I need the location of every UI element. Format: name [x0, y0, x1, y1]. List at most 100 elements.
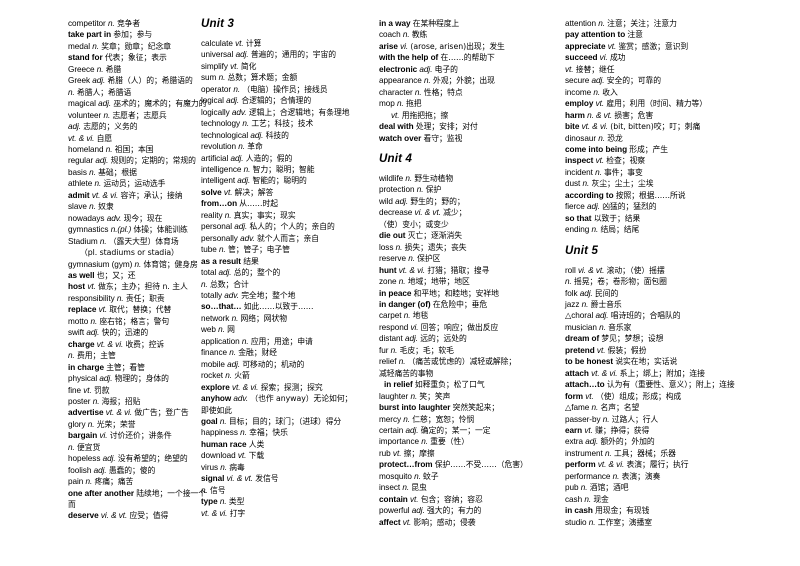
vocabulary-entry: responsibility n. 责任；职责 [68, 293, 195, 304]
entry-gloss: 希腊人；希腊语 [76, 87, 132, 97]
entry-headword: basis [68, 167, 87, 177]
entry-gloss: 从……时起 [239, 199, 279, 209]
entry-headword: poster [68, 396, 91, 406]
entry-headword: pain [68, 477, 84, 487]
entry-headword: watch over [379, 133, 422, 143]
entry-headword: wild [379, 196, 393, 206]
entry-list-3b: wildlife n. 野生动植物 protection n. 保护 wild ad… [379, 173, 560, 528]
entry-gloss: 包含；容纳；容忍 [420, 494, 483, 504]
entry-gloss: 安全的；可靠的 [606, 76, 661, 86]
vocabulary-entry: explore vt. & vi. 探索；探测；探究 [201, 382, 375, 393]
vocabulary-entry: jazz n. 爵士音乐 [565, 299, 750, 310]
entry-part-of-speech: n. [402, 483, 410, 493]
entry-part-of-speech: n. [89, 167, 96, 177]
vocabulary-entry: contain vt. 包含；容纳；容忍 [379, 494, 560, 505]
entry-gloss: 主管；看管 [106, 362, 145, 372]
entry-part-of-speech: adj. [234, 222, 248, 232]
entry-gloss: 希腊（人）的；希腊语的 [107, 76, 193, 86]
entry-headword: pay attention to [565, 30, 626, 40]
entry-gloss: 远的；远处的 [420, 334, 467, 344]
entry-headword: signal [201, 474, 225, 484]
entry-part-of-speech: n. [602, 414, 610, 424]
entry-headword: web [201, 325, 216, 335]
entry-gloss: 电子的 [434, 64, 458, 74]
entry-headword: decrease [379, 208, 413, 218]
entry-part-of-speech: n. [240, 428, 247, 438]
entry-gloss: 罚款 [93, 385, 110, 395]
vocabulary-entry: universal adj. 普遍的；通用的；宇宙的 [201, 49, 375, 60]
entry-gloss: 合逻辑的；合情理的 [241, 96, 312, 106]
entry-gloss: 注意 [627, 30, 643, 40]
entry-headword: take part in [68, 30, 112, 40]
entry-headword: replace [68, 305, 97, 315]
vocabulary-entry: poster n. 海报；招贴 [68, 396, 195, 407]
entry-headword: rub [379, 448, 391, 458]
entry-part-of-speech: adj. [99, 374, 113, 384]
vocabulary-entry: operator n. （电脑）操作员；接线员 [201, 84, 375, 95]
vocabulary-entry: in danger (of) 在危险中；垂危 [379, 299, 560, 310]
vocabulary-entry: hopeless adj. 没有希望的；绝望的 [68, 453, 195, 464]
entry-headword: charge [68, 339, 95, 349]
entry-gloss: 总数；算术题；金额 [227, 73, 298, 83]
vocabulary-entry: die out 灭亡；逐渐消失 [379, 230, 560, 241]
entry-headword: tube [201, 245, 217, 255]
entry-part-of-speech: n. [90, 316, 98, 326]
vocabulary-entry: employ vt. 雇用；利用（时间、精力等） [565, 98, 750, 109]
entry-part-of-speech: vt. [391, 110, 400, 120]
entry-part-of-speech: n. [241, 336, 249, 346]
entry-part-of-speech: n. [68, 87, 75, 97]
entry-headword: passer-by [565, 414, 601, 424]
entry-gloss: 革命 [247, 142, 263, 152]
entry-gloss: 目标；目的；球门；（进球）得分 [228, 416, 342, 426]
entry-part-of-speech: vt. [83, 385, 92, 395]
entry-part-of-speech: adv. [106, 213, 122, 223]
entry-headword: in cash [565, 506, 593, 516]
entry-gloss: 逻辑上；合逻辑地；有条理地 [248, 107, 350, 117]
entry-gloss: 结局；结尾 [600, 225, 640, 235]
entry-list-3a: in a way 在某种程度上 coach n. 教练 arise vi. (aro… [379, 18, 560, 144]
vocabulary-entry: nowadays adv. 现今；现在 [68, 213, 195, 224]
entry-headword: protection [379, 185, 415, 195]
entry-part-of-speech: n. [588, 517, 596, 527]
vocabulary-entry: competitor n. 竞争者 [68, 18, 195, 29]
vocabulary-entry: application n. 应用；用途；申请 [201, 336, 375, 347]
entry-headword: in danger (of) [379, 299, 431, 309]
entry-headword: to be honest [565, 357, 614, 367]
vocabulary-entry: perform vt. & vi. 表演；履行；执行 [565, 459, 750, 470]
vocabulary-entry: total adj. 总的；整个的 [201, 267, 375, 278]
vocabulary-entry: hunt vt. & vi. 打猎；猎取；搜寻 [379, 265, 560, 276]
vocabulary-entry: relief n. （痛苦或忧虑的）减轻或解除； [379, 356, 560, 367]
entry-headword: gymnastics [68, 225, 109, 235]
entry-gloss: 系上；绑上；附加；连接 [619, 368, 705, 378]
entry-part-of-speech: n. [395, 242, 403, 252]
vocabulary-entry: distant adj. 远的；远处的 [379, 333, 560, 344]
entry-gloss: 基础；根据 [98, 167, 137, 177]
vocabulary-entry: vt. 用拖把拖；擦 [379, 110, 560, 121]
entry-gloss: 容许；承认；接纳 [120, 190, 183, 200]
entry-gloss: 志愿者；志愿兵 [112, 110, 167, 120]
vocabulary-entry: musician n. 音乐家 [565, 322, 750, 333]
vocabulary-entry: burst into laughter 突然笑起来； [379, 402, 560, 413]
vocabulary-entry: admit vt. & vi. 容许；承认；接纳 [68, 190, 195, 201]
entry-gloss: 损失；遗失；丧失 [404, 242, 467, 252]
entry-headword: mobile [201, 359, 225, 369]
entry-gloss: 灭亡；逐渐消失 [407, 231, 462, 241]
entry-headword: come into being [565, 144, 628, 154]
vocabulary-entry: virus n. 病毒 [201, 462, 375, 473]
entry-gloss: 总数；合计 [209, 279, 249, 289]
entry-part-of-speech: n. [410, 391, 418, 401]
entry-part-of-speech: n. [402, 30, 410, 40]
entry-headword: logical [201, 96, 224, 106]
vocabulary-entry: n. 希腊人；希腊语 [68, 87, 195, 98]
vocabulary-entry: △choral adj. 唱诗班的；合唱队的 [565, 310, 750, 321]
vocabulary-entry: zone n. 地域；地带；地区 [379, 276, 560, 287]
entry-gloss: 名声；名望 [600, 403, 640, 413]
entry-gloss: 代表；象征；表示 [104, 53, 167, 63]
vocabulary-entry: in cash 用现金；有现钱 [565, 505, 750, 516]
entry-gloss: 接替；继任 [575, 64, 615, 74]
entry-part-of-speech: n. [89, 202, 96, 212]
entry-part-of-speech: vt. [565, 64, 574, 74]
vocabulary-entry: pay attention to 注意 [565, 29, 750, 40]
entry-headword: harm [565, 110, 585, 120]
vocabulary-entry: reserve n. 保护区 [379, 253, 560, 264]
